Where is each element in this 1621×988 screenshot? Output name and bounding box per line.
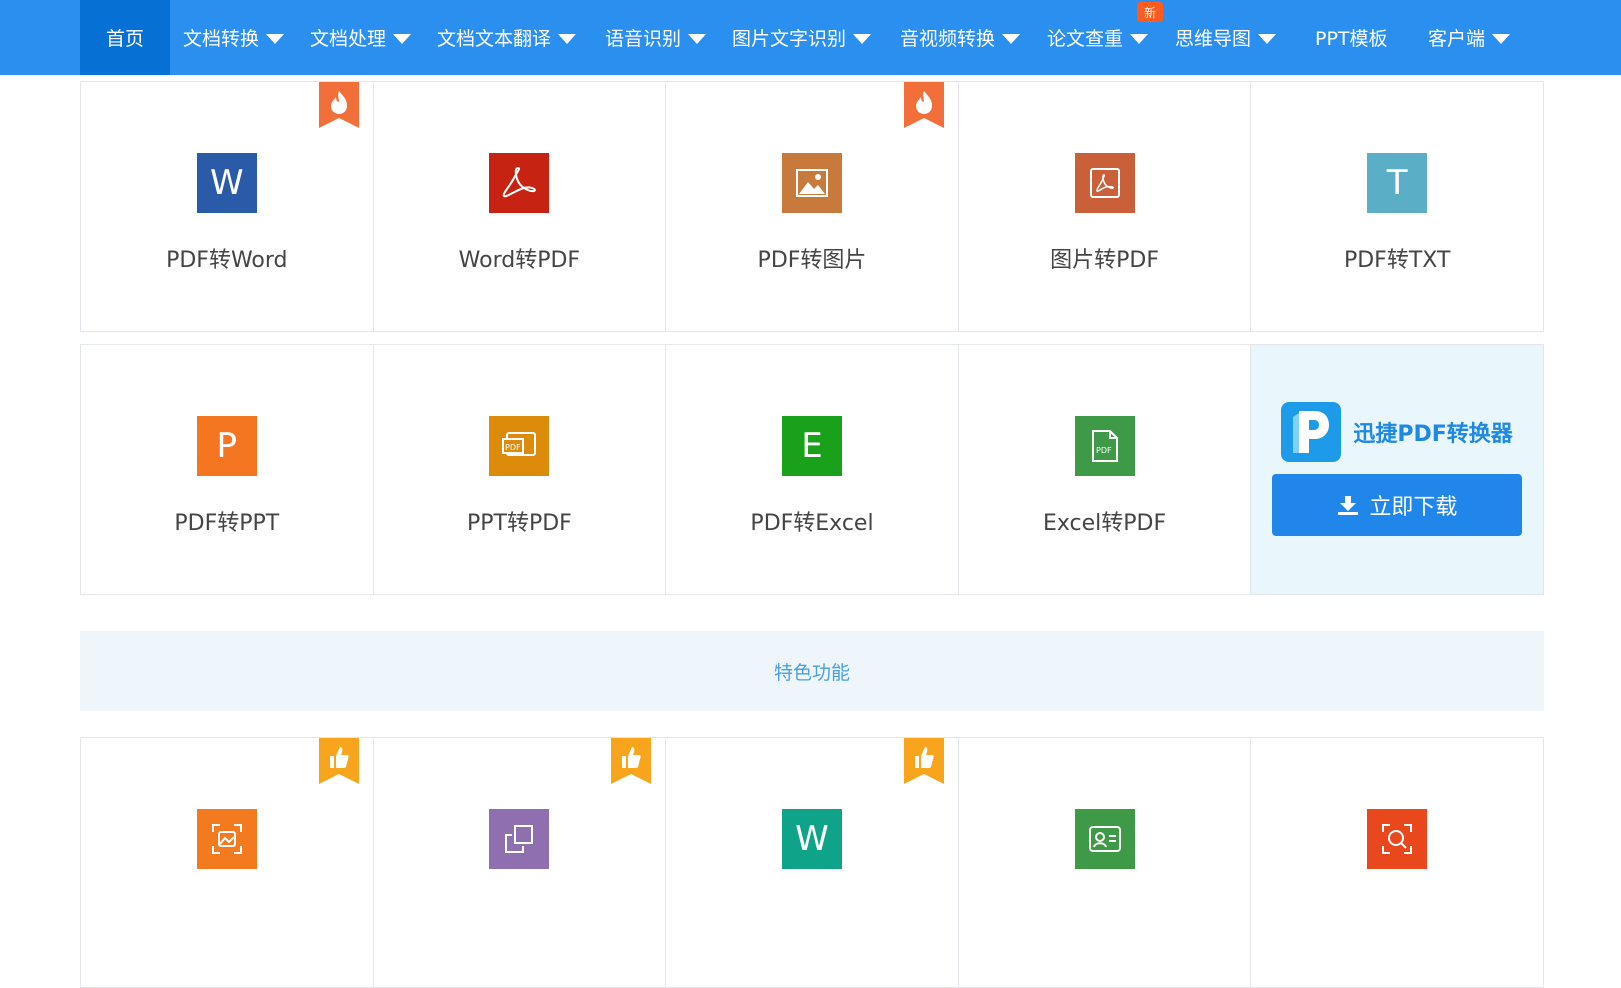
nav-item-label: 客户端 xyxy=(1428,28,1486,50)
nav-item-label: 音视频转换 xyxy=(900,28,996,50)
excel-pdf-icon: PDF xyxy=(1074,416,1135,476)
thumbs-up-ribbon-icon xyxy=(318,738,359,784)
icon-glyph: W xyxy=(795,819,829,859)
nav-item-av-convert[interactable]: 音视频转换 xyxy=(900,0,1021,75)
pdf-image-icon xyxy=(1074,153,1135,213)
nav-item-label: 文档转换 xyxy=(183,28,260,50)
txt-icon: T xyxy=(1367,153,1428,213)
tool-label: Word转PDF xyxy=(458,248,581,273)
nav-item-doc-convert[interactable]: 文档转换 xyxy=(183,0,285,75)
nav-item-label: 思维导图 xyxy=(1175,28,1252,50)
nav-item-label: 图片文字识别 xyxy=(732,28,847,50)
thumbs-up-ribbon-icon xyxy=(903,738,944,784)
word-icon: W xyxy=(196,153,257,213)
tool-pdf-to-txt[interactable]: T PDF转TXT xyxy=(1251,82,1544,332)
nav-item-label: 首页 xyxy=(105,28,144,50)
nav-item-label: 文档处理 xyxy=(310,28,387,50)
feature-word[interactable]: W xyxy=(666,738,959,988)
tool-ppt-to-pdf[interactable]: PDF PPT转PDF xyxy=(373,345,667,595)
chevron-down-icon xyxy=(688,33,707,44)
chevron-down-icon xyxy=(1492,33,1511,44)
feature-search-scan[interactable] xyxy=(1251,738,1544,988)
tool-label: Excel转PDF xyxy=(1043,511,1167,536)
promo-app-name: 迅捷PDF转换器 xyxy=(1353,422,1513,447)
nav-item-ocr[interactable]: 图片文字识别 xyxy=(732,0,872,75)
chevron-down-icon xyxy=(853,33,872,44)
tool-word-to-pdf[interactable]: Word转PDF xyxy=(373,82,667,332)
new-badge: 新 xyxy=(1137,2,1163,22)
nav-item-label: 文档文本翻译 xyxy=(437,28,552,50)
icon-glyph: P xyxy=(216,426,238,466)
tool-grid-row-2: P PDF转PPT PDF PPT转PDF E PDF转Excel PDF Ex… xyxy=(80,344,1544,595)
nav-item-client[interactable]: 客户端 xyxy=(1428,0,1511,75)
tool-label: PDF转Excel xyxy=(750,511,874,536)
hot-ribbon-icon xyxy=(318,82,359,128)
download-icon xyxy=(1338,496,1359,515)
chevron-down-icon xyxy=(1130,33,1149,44)
tool-label: PDF转图片 xyxy=(757,248,867,273)
word-icon: W xyxy=(781,809,842,869)
section-header: 特色功能 xyxy=(80,631,1544,711)
ppt-icon: P xyxy=(196,416,257,476)
feature-image-scan[interactable] xyxy=(81,738,374,988)
image-icon xyxy=(781,153,842,213)
id-card-icon xyxy=(1074,809,1135,869)
tool-label: PDF转Word xyxy=(166,248,288,273)
hot-ribbon-icon xyxy=(903,82,944,128)
feature-id-card[interactable] xyxy=(958,738,1252,988)
nav-item-plagiarism[interactable]: 论文查重 xyxy=(1047,0,1149,75)
nav-item-doc-process[interactable]: 文档处理 xyxy=(310,0,412,75)
feature-resize[interactable] xyxy=(373,738,667,988)
tool-pdf-to-word[interactable]: W PDF转Word xyxy=(81,82,374,332)
chevron-down-icon xyxy=(558,33,577,44)
icon-glyph: E xyxy=(801,426,823,466)
tool-pdf-to-excel[interactable]: E PDF转Excel xyxy=(666,345,959,595)
top-navbar: 首页 文档转换 文档处理 文档文本翻译 语音识别 图片文字识别 音视频转换 论文… xyxy=(0,0,1621,75)
section-title: 特色功能 xyxy=(773,661,850,684)
image-scan-icon xyxy=(196,809,257,869)
download-button[interactable]: 立即下载 xyxy=(1272,474,1523,536)
download-button-label: 立即下载 xyxy=(1369,495,1458,520)
icon-glyph: T xyxy=(1386,163,1408,203)
tool-image-to-pdf[interactable]: 图片转PDF xyxy=(958,82,1252,332)
svg-text:PDF: PDF xyxy=(1096,446,1112,455)
tool-label: 图片转PDF xyxy=(1050,248,1160,273)
pdf-icon xyxy=(489,153,550,213)
tool-label: PDF转TXT xyxy=(1343,248,1451,273)
nav-item-speech[interactable]: 语音识别 xyxy=(605,0,707,75)
resize-icon xyxy=(489,809,550,869)
chevron-down-icon xyxy=(393,33,412,44)
excel-icon: E xyxy=(781,416,842,476)
search-scan-icon xyxy=(1367,809,1428,869)
chevron-down-icon xyxy=(1258,33,1277,44)
nav-item-ppt-template[interactable]: PPT模板 xyxy=(1315,0,1388,75)
chevron-down-icon xyxy=(1002,33,1021,44)
nav-item-label: 论文查重 xyxy=(1047,28,1124,50)
promo-brand: 迅捷PDF转换器 xyxy=(1281,402,1513,462)
thumbs-up-ribbon-icon xyxy=(611,738,652,784)
nav-item-label: 语音识别 xyxy=(605,28,682,50)
app-logo-icon xyxy=(1281,402,1342,462)
nav-item-doc-translate[interactable]: 文档文本翻译 xyxy=(437,0,577,75)
tool-excel-to-pdf[interactable]: PDF Excel转PDF xyxy=(958,345,1252,595)
svg-text:PDF: PDF xyxy=(505,443,521,452)
icon-glyph: W xyxy=(209,163,244,203)
chevron-down-icon xyxy=(266,33,285,44)
nav-item-mindmap[interactable]: 思维导图 xyxy=(1175,0,1277,75)
tool-pdf-to-ppt[interactable]: P PDF转PPT xyxy=(81,345,374,595)
nav-item-home[interactable]: 首页 xyxy=(80,0,170,75)
tool-label: PDF转PPT xyxy=(174,511,280,536)
tool-grid-row-1: W PDF转Word Word转PDF PDF转图片 图片转PDF T PDF转… xyxy=(80,81,1544,332)
nav-item-label: PPT模板 xyxy=(1315,28,1388,50)
feature-grid: W xyxy=(80,737,1544,988)
promo-card: 迅捷PDF转换器 立即下载 xyxy=(1251,345,1544,595)
tool-label: PPT转PDF xyxy=(466,511,572,536)
tool-pdf-to-image[interactable]: PDF转图片 xyxy=(666,82,959,332)
ppt-pdf-icon: PDF xyxy=(489,416,550,476)
